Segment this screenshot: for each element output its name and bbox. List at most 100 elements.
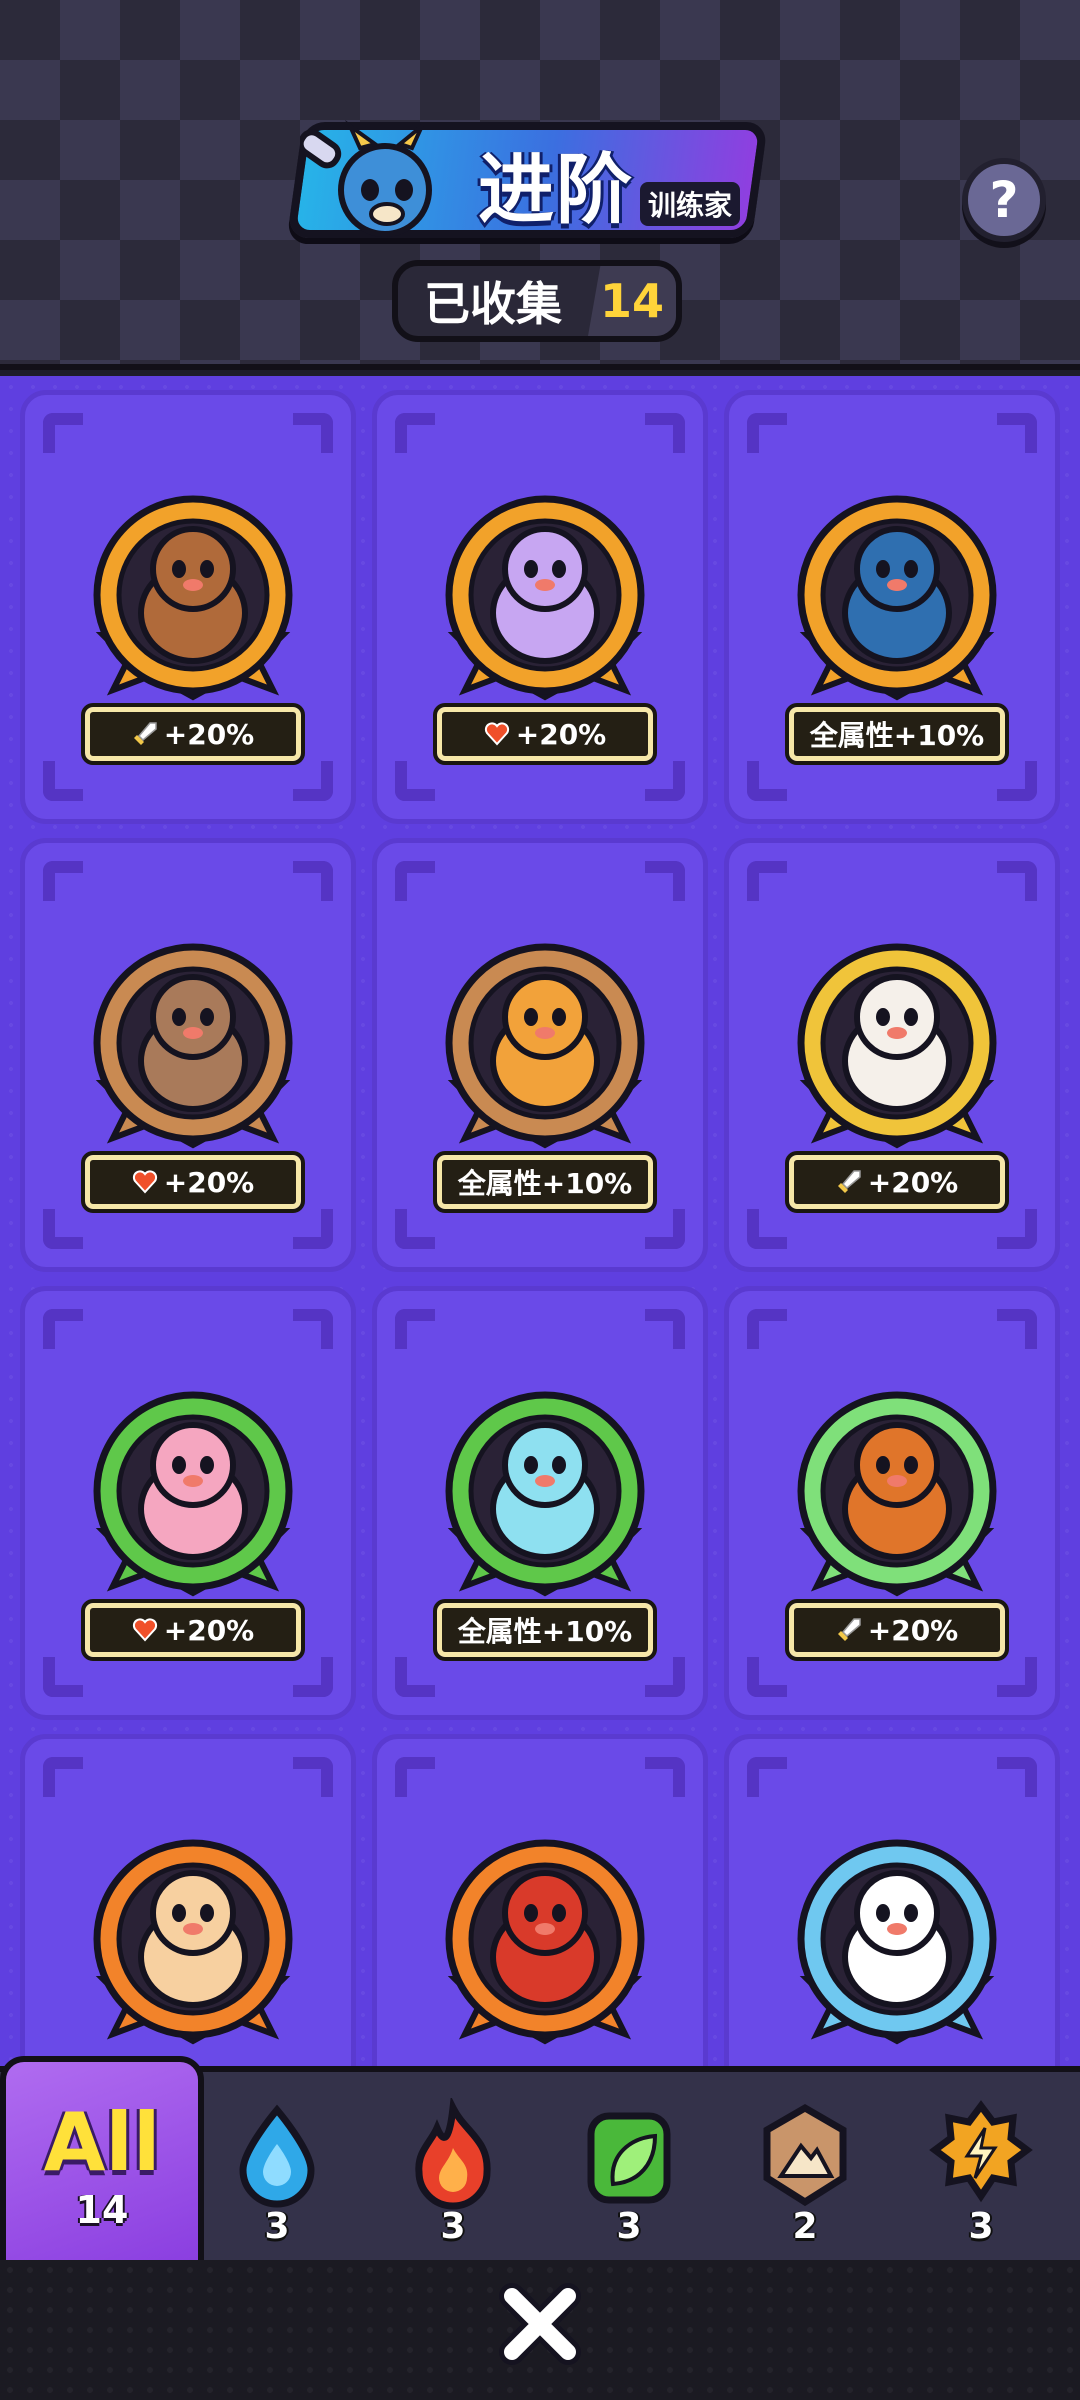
- bonus-tag: 全属性+10%: [433, 1151, 657, 1213]
- card-corner: [747, 1757, 787, 1797]
- bonus-tag: +20%: [785, 1599, 1009, 1661]
- card-corner: [645, 1309, 685, 1349]
- heart-icon: [132, 1618, 157, 1642]
- monster-card-slime-bunny[interactable]: 全属性+10%: [372, 838, 708, 1272]
- card-corner: [395, 1309, 435, 1349]
- card-corner: [747, 1657, 787, 1697]
- card-corner: [747, 413, 787, 453]
- antler-deer-portrait: [93, 495, 293, 701]
- tab-water-count: 3: [264, 2206, 290, 2247]
- tab-grass[interactable]: 3: [564, 2098, 694, 2258]
- bonus-tag: +20%: [81, 1599, 305, 1661]
- collected-badge: 已收集 14: [392, 260, 682, 342]
- card-corner: [645, 861, 685, 901]
- card-corner: [747, 761, 787, 801]
- card-corner: [395, 761, 435, 801]
- mascot-icon: [300, 119, 432, 237]
- lightning-icon: [929, 2100, 1033, 2203]
- bonus-tag: +20%: [433, 703, 657, 765]
- card-corner: [293, 1757, 333, 1797]
- card-corner: [293, 1657, 333, 1697]
- tab-earth-count: 2: [792, 2206, 818, 2247]
- help-button[interactable]: ?: [962, 158, 1046, 242]
- card-corner: [293, 861, 333, 901]
- bonus-tag: +20%: [81, 1151, 305, 1213]
- tab-fire-count: 3: [440, 2206, 466, 2247]
- card-corner: [293, 1309, 333, 1349]
- bonus-text: 全属性+10%: [809, 719, 985, 752]
- card-corner: [645, 1209, 685, 1249]
- monster-card-purple-cat[interactable]: +20%: [372, 390, 708, 824]
- bonus-text: 全属性+10%: [457, 1167, 633, 1200]
- rock-monkey-portrait: [93, 943, 293, 1149]
- card-corner: [43, 1209, 83, 1249]
- bonus-tag: +20%: [81, 703, 305, 765]
- monster-card-leaf-fairy[interactable]: +20%: [20, 1286, 356, 1720]
- monster-card-antler-deer[interactable]: +20%: [20, 390, 356, 824]
- bonus-text: +20%: [515, 717, 607, 751]
- collected-label: 已收集: [424, 277, 562, 331]
- card-corner: [43, 1657, 83, 1697]
- toucan-portrait: [797, 495, 997, 701]
- tab-electric[interactable]: 3: [916, 2098, 1046, 2258]
- tab-fire[interactable]: 3: [388, 2098, 518, 2258]
- mountain-icon: [763, 2103, 847, 2207]
- bonus-text: +20%: [163, 1165, 255, 1199]
- sword-icon: [837, 1618, 861, 1641]
- card-corner: [43, 413, 83, 453]
- monster-grid: +20% +20% 全属性+10% +20% 全属性+10% +20% +20% 全属性+10…: [0, 376, 1080, 2066]
- element-filter-bar: All 14 3 3 3 2 3: [0, 2056, 1080, 2270]
- leaf-fairy-portrait: [93, 1391, 293, 1597]
- bonus-tag: 全属性+10%: [785, 703, 1009, 765]
- bonus-text: +20%: [867, 1165, 959, 1199]
- bonus-text: +20%: [867, 1613, 959, 1647]
- heart-icon: [132, 1170, 157, 1194]
- monster-card-potion-sprout[interactable]: 全属性+10%: [372, 1286, 708, 1720]
- fire-bird-portrait: [445, 1839, 645, 2045]
- tab-earth[interactable]: 2: [740, 2098, 870, 2258]
- card-corner: [43, 861, 83, 901]
- slime-bunny-portrait: [445, 943, 645, 1149]
- sword-icon: [837, 1170, 861, 1193]
- monster-card-fire-bird[interactable]: [372, 1734, 708, 2066]
- card-corner: [43, 1757, 83, 1797]
- tab-all[interactable]: All 14: [0, 2056, 204, 2270]
- monster-card-flower-panda[interactable]: +20%: [724, 838, 1060, 1272]
- monster-card-rock-monkey[interactable]: +20%: [20, 838, 356, 1272]
- fire-bunny-portrait: [93, 1839, 293, 2045]
- card-corner: [43, 761, 83, 801]
- card-corner: [293, 761, 333, 801]
- tab-grass-count: 3: [616, 2206, 642, 2247]
- page-title: 进阶: [478, 145, 634, 234]
- card-corner: [395, 413, 435, 453]
- card-corner: [997, 861, 1037, 901]
- bonus-tag: +20%: [785, 1151, 1009, 1213]
- card-corner: [997, 761, 1037, 801]
- help-icon: ?: [989, 171, 1019, 229]
- leaf-icon: [587, 2112, 671, 2204]
- card-corner: [997, 1209, 1037, 1249]
- card-corner: [395, 1209, 435, 1249]
- card-corner: [645, 1657, 685, 1697]
- header: 进阶 训练家 ? 已收集 14: [0, 0, 1080, 370]
- monster-card-water-fox[interactable]: [724, 1734, 1060, 2066]
- card-corner: [997, 1657, 1037, 1697]
- tab-water[interactable]: 3: [212, 2098, 342, 2258]
- tab-electric-count: 3: [968, 2206, 994, 2247]
- monster-card-fire-bunny[interactable]: [20, 1734, 356, 2066]
- close-button[interactable]: [498, 2282, 582, 2366]
- card-corner: [293, 1209, 333, 1249]
- card-corner: [645, 413, 685, 453]
- bonus-text: +20%: [163, 717, 255, 751]
- card-corner: [645, 1757, 685, 1797]
- bottom-bar: [0, 2260, 1080, 2400]
- card-corner: [395, 861, 435, 901]
- purple-cat-portrait: [445, 495, 645, 701]
- bonus-text: 全属性+10%: [457, 1615, 633, 1648]
- card-corner: [293, 413, 333, 453]
- card-corner: [395, 1757, 435, 1797]
- monster-card-toucan[interactable]: 全属性+10%: [724, 390, 1060, 824]
- monster-card-flame-tiger[interactable]: +20%: [724, 1286, 1060, 1720]
- sword-icon: [133, 722, 157, 745]
- card-corner: [997, 1309, 1037, 1349]
